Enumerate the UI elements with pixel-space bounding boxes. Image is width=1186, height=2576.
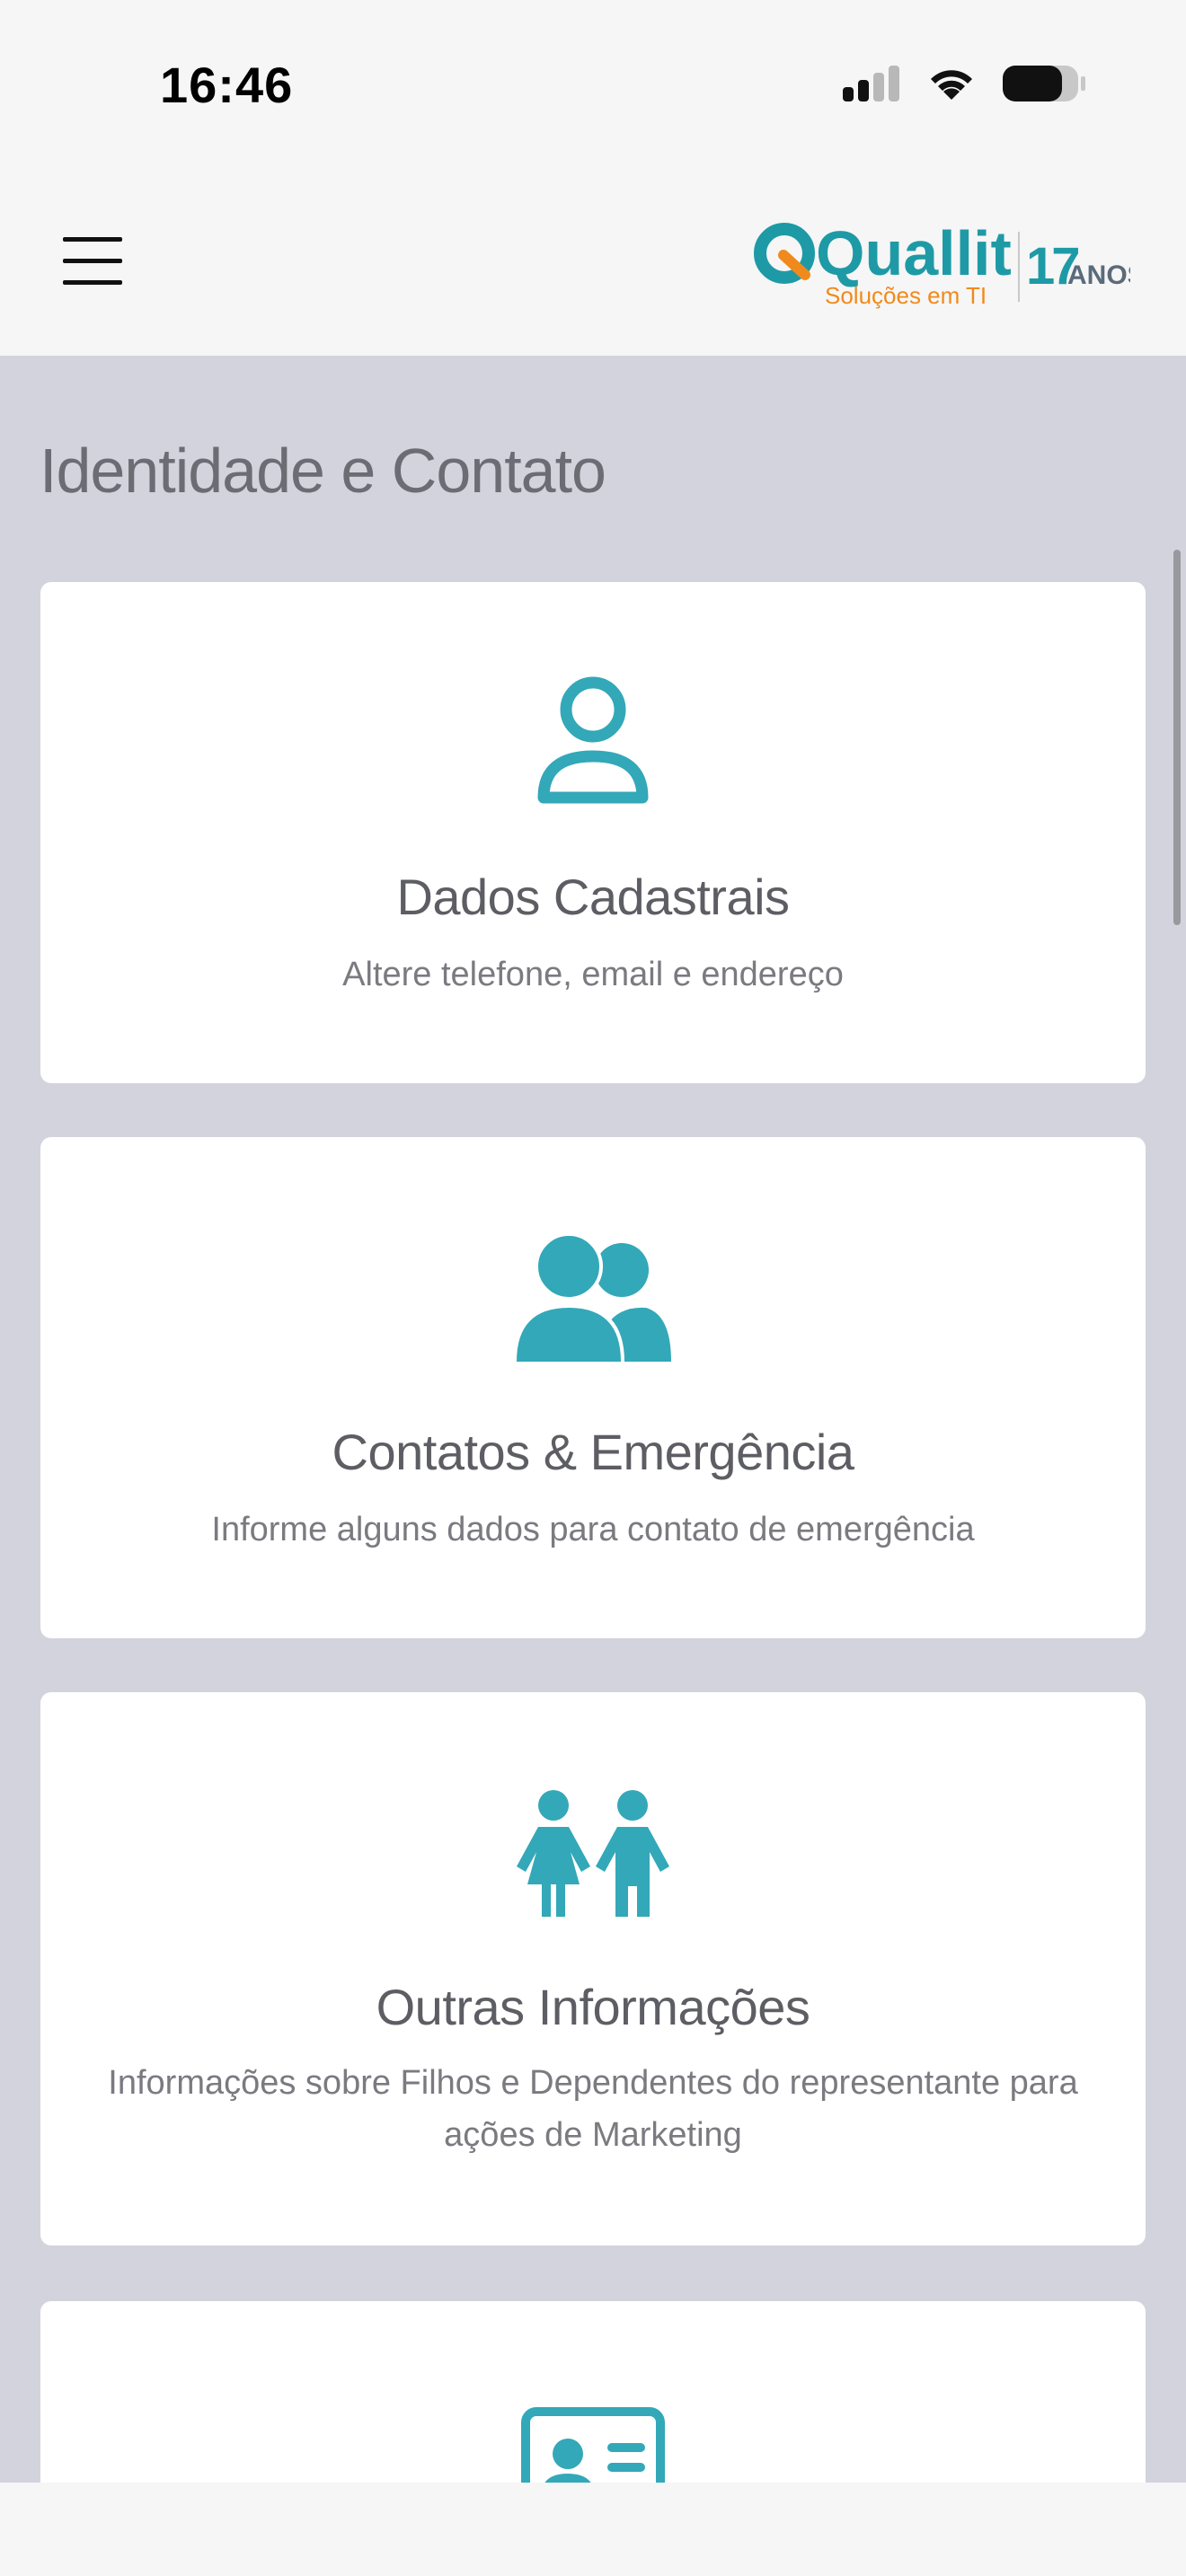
children-icon	[517, 1790, 669, 1917]
card-description: Informe alguns dados para contato de eme…	[211, 1511, 975, 1548]
status-time: 16:46	[160, 57, 294, 113]
card-title: Contatos & Emergência	[332, 1424, 854, 1480]
id-card-icon	[521, 2407, 665, 2483]
card-outras-informacoes[interactable]: Outras Informações Informações sobre Fil…	[40, 1692, 1146, 2245]
card-documentos[interactable]	[40, 2301, 1146, 2483]
card-description: Informações sobre Filhos e Dependentes d…	[108, 2064, 1078, 2154]
scrollbar[interactable]	[1173, 550, 1181, 925]
logo-tagline: Soluções em TI	[825, 282, 987, 309]
card-description: Altere telefone, email e endereço	[342, 956, 844, 993]
card-contatos-emergencia[interactable]: Contatos & Emergência Informe alguns dad…	[40, 1137, 1146, 1638]
menu-button[interactable]	[59, 232, 128, 291]
main-content: Identidade e Contato Dados Cadastrais Al…	[0, 356, 1186, 2483]
status-icons	[841, 63, 1087, 104]
cellular-signal-icon	[843, 66, 899, 101]
hamburger-menu-icon	[63, 237, 122, 242]
status-bar: 16:46	[0, 0, 1186, 171]
card-dados-cadastrais[interactable]: Dados Cadastrais Altere telefone, email …	[40, 582, 1146, 1083]
logo-text: Quallit	[816, 218, 1012, 288]
anniversary-word: ANOS	[1067, 260, 1130, 290]
users-icon	[513, 1232, 671, 1362]
bottom-bar	[0, 2483, 1186, 2576]
quallit-logo: Quallit Soluções em TI 17 ANOS	[754, 218, 1130, 309]
card-title: Dados Cadastrais	[396, 869, 790, 925]
card-title: Outras Informações	[376, 1979, 810, 2035]
user-icon	[537, 676, 649, 804]
page-title: Identidade e Contato	[40, 436, 606, 506]
battery-icon	[1003, 66, 1085, 101]
wifi-icon	[931, 70, 972, 100]
